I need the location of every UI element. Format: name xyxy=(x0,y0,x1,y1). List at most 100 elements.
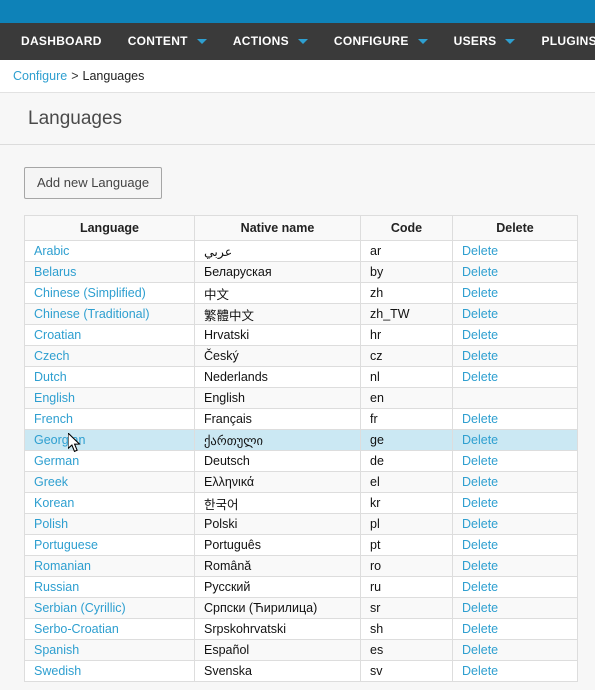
cell-language-link[interactable]: Dutch xyxy=(34,370,67,384)
table-row[interactable]: Serbian (Cyrillic) Српски (Ћирилица) sr Del… xyxy=(24,597,578,620)
cell-delete-link[interactable]: Delete xyxy=(462,412,498,426)
table-row[interactable]: Polish Polski pl Delete xyxy=(24,513,578,536)
table-row[interactable]: Chinese (Traditional) 繁體中文 zh_TW Delete xyxy=(24,303,578,326)
cell-delete[interactable]: Delete xyxy=(452,618,578,641)
table-row[interactable]: Dutch Nederlands nl Delete xyxy=(24,366,578,389)
cell-delete-link[interactable]: Delete xyxy=(462,601,498,615)
cell-language[interactable]: Georgian xyxy=(24,429,195,452)
cell-language[interactable]: German xyxy=(24,450,195,473)
table-row[interactable]: Russian Русский ru Delete xyxy=(24,576,578,599)
cell-language[interactable]: Serbian (Cyrillic) xyxy=(24,597,195,620)
cell-delete[interactable]: Delete xyxy=(452,534,578,557)
cell-language-link[interactable]: Chinese (Traditional) xyxy=(34,307,150,321)
table-row[interactable]: Swedish Svenska sv Delete xyxy=(24,660,578,683)
cell-language[interactable]: Romanian xyxy=(24,555,195,578)
cell-delete-link[interactable]: Delete xyxy=(462,496,498,510)
cell-language-link[interactable]: Russian xyxy=(34,580,79,594)
cell-delete[interactable]: Delete xyxy=(452,555,578,578)
table-row[interactable]: Spanish Español es Delete xyxy=(24,639,578,662)
cell-language[interactable]: Chinese (Traditional) xyxy=(24,303,195,326)
cell-delete-link[interactable]: Delete xyxy=(462,370,498,384)
cell-delete[interactable]: Delete xyxy=(452,303,578,326)
nav-item-plugins[interactable]: PLUGINS xyxy=(528,23,595,60)
cell-delete-link[interactable]: Delete xyxy=(462,454,498,468)
cell-language[interactable]: Arabic xyxy=(24,240,195,263)
cell-delete-link[interactable]: Delete xyxy=(462,622,498,636)
cell-language-link[interactable]: Swedish xyxy=(34,664,81,678)
table-row[interactable]: Portuguese Português pt Delete xyxy=(24,534,578,557)
nav-item-content[interactable]: CONTENT xyxy=(115,23,220,60)
cell-language-link[interactable]: Georgian xyxy=(34,433,85,447)
cell-delete-link[interactable]: Delete xyxy=(462,580,498,594)
cell-delete[interactable]: Delete xyxy=(452,660,578,683)
cell-language-link[interactable]: Spanish xyxy=(34,643,79,657)
column-header-language[interactable]: Language xyxy=(24,215,195,242)
cell-delete[interactable]: Delete xyxy=(452,576,578,599)
cell-delete-link[interactable]: Delete xyxy=(462,307,498,321)
cell-delete[interactable]: Delete xyxy=(452,282,578,305)
cell-language[interactable]: Dutch xyxy=(24,366,195,389)
cell-language-link[interactable]: French xyxy=(34,412,73,426)
cell-language-link[interactable]: Croatian xyxy=(34,328,81,342)
cell-delete-link[interactable]: Delete xyxy=(462,643,498,657)
cell-delete[interactable]: Delete xyxy=(452,240,578,263)
table-row[interactable]: Serbo-Croatian Srpskohrvatski sh Delete xyxy=(24,618,578,641)
cell-language[interactable]: Russian xyxy=(24,576,195,599)
cell-delete[interactable] xyxy=(452,387,578,410)
table-row[interactable]: English English en xyxy=(24,387,578,410)
cell-delete-link[interactable]: Delete xyxy=(462,433,498,447)
cell-delete-link[interactable]: Delete xyxy=(462,244,498,258)
breadcrumb-link-configure[interactable]: Configure xyxy=(13,69,67,83)
cell-delete[interactable]: Delete xyxy=(452,345,578,368)
cell-delete[interactable]: Delete xyxy=(452,324,578,347)
add-new-language-button[interactable]: Add new Language xyxy=(24,167,163,200)
cell-delete[interactable]: Delete xyxy=(452,450,578,473)
cell-delete[interactable]: Delete xyxy=(452,261,578,284)
cell-language-link[interactable]: German xyxy=(34,454,79,468)
cell-language-link[interactable]: Romanian xyxy=(34,559,91,573)
cell-language[interactable]: Swedish xyxy=(24,660,195,683)
nav-item-users[interactable]: USERS xyxy=(441,23,529,60)
cell-delete-link[interactable]: Delete xyxy=(462,517,498,531)
cell-delete-link[interactable]: Delete xyxy=(462,664,498,678)
cell-language-link[interactable]: Korean xyxy=(34,496,74,510)
cell-delete-link[interactable]: Delete xyxy=(462,475,498,489)
cell-delete-link[interactable]: Delete xyxy=(462,286,498,300)
cell-language[interactable]: French xyxy=(24,408,195,431)
cell-delete[interactable]: Delete xyxy=(452,513,578,536)
table-row[interactable]: Belarus Беларуская by Delete xyxy=(24,261,578,284)
cell-language-link[interactable]: Serbo-Croatian xyxy=(34,622,119,636)
cell-delete[interactable]: Delete xyxy=(452,471,578,494)
cell-language[interactable]: Belarus xyxy=(24,261,195,284)
column-header-native-name[interactable]: Native name xyxy=(194,215,361,242)
table-row[interactable]: Korean 한국어 kr Delete xyxy=(24,492,578,515)
cell-delete[interactable]: Delete xyxy=(452,492,578,515)
cell-delete-link[interactable]: Delete xyxy=(462,538,498,552)
cell-language-link[interactable]: Portuguese xyxy=(34,538,98,552)
table-row[interactable]: Czech Český cz Delete xyxy=(24,345,578,368)
table-row[interactable]: Georgian ქართული ge Delete xyxy=(24,429,578,452)
cell-language-link[interactable]: Chinese (Simplified) xyxy=(34,286,146,300)
cell-language-link[interactable]: Arabic xyxy=(34,244,69,258)
cell-language-link[interactable]: Czech xyxy=(34,349,69,363)
cell-delete[interactable]: Delete xyxy=(452,639,578,662)
cell-language-link[interactable]: English xyxy=(34,391,75,405)
cell-delete-link[interactable]: Delete xyxy=(462,349,498,363)
nav-item-configure[interactable]: CONFIGURE xyxy=(321,23,441,60)
cell-language[interactable]: Serbo-Croatian xyxy=(24,618,195,641)
cell-delete-link[interactable]: Delete xyxy=(462,265,498,279)
cell-delete[interactable]: Delete xyxy=(452,429,578,452)
table-row[interactable]: Greek Ελληνικά el Delete xyxy=(24,471,578,494)
table-row[interactable]: French Français fr Delete xyxy=(24,408,578,431)
cell-delete-link[interactable]: Delete xyxy=(462,328,498,342)
cell-language[interactable]: Chinese (Simplified) xyxy=(24,282,195,305)
cell-delete[interactable]: Delete xyxy=(452,366,578,389)
cell-delete-link[interactable]: Delete xyxy=(462,559,498,573)
cell-language[interactable]: Polish xyxy=(24,513,195,536)
table-row[interactable]: Romanian Română ro Delete xyxy=(24,555,578,578)
cell-language-link[interactable]: Belarus xyxy=(34,265,76,279)
table-row[interactable]: German Deutsch de Delete xyxy=(24,450,578,473)
cell-delete[interactable]: Delete xyxy=(452,597,578,620)
cell-language[interactable]: Greek xyxy=(24,471,195,494)
cell-language-link[interactable]: Polish xyxy=(34,517,68,531)
